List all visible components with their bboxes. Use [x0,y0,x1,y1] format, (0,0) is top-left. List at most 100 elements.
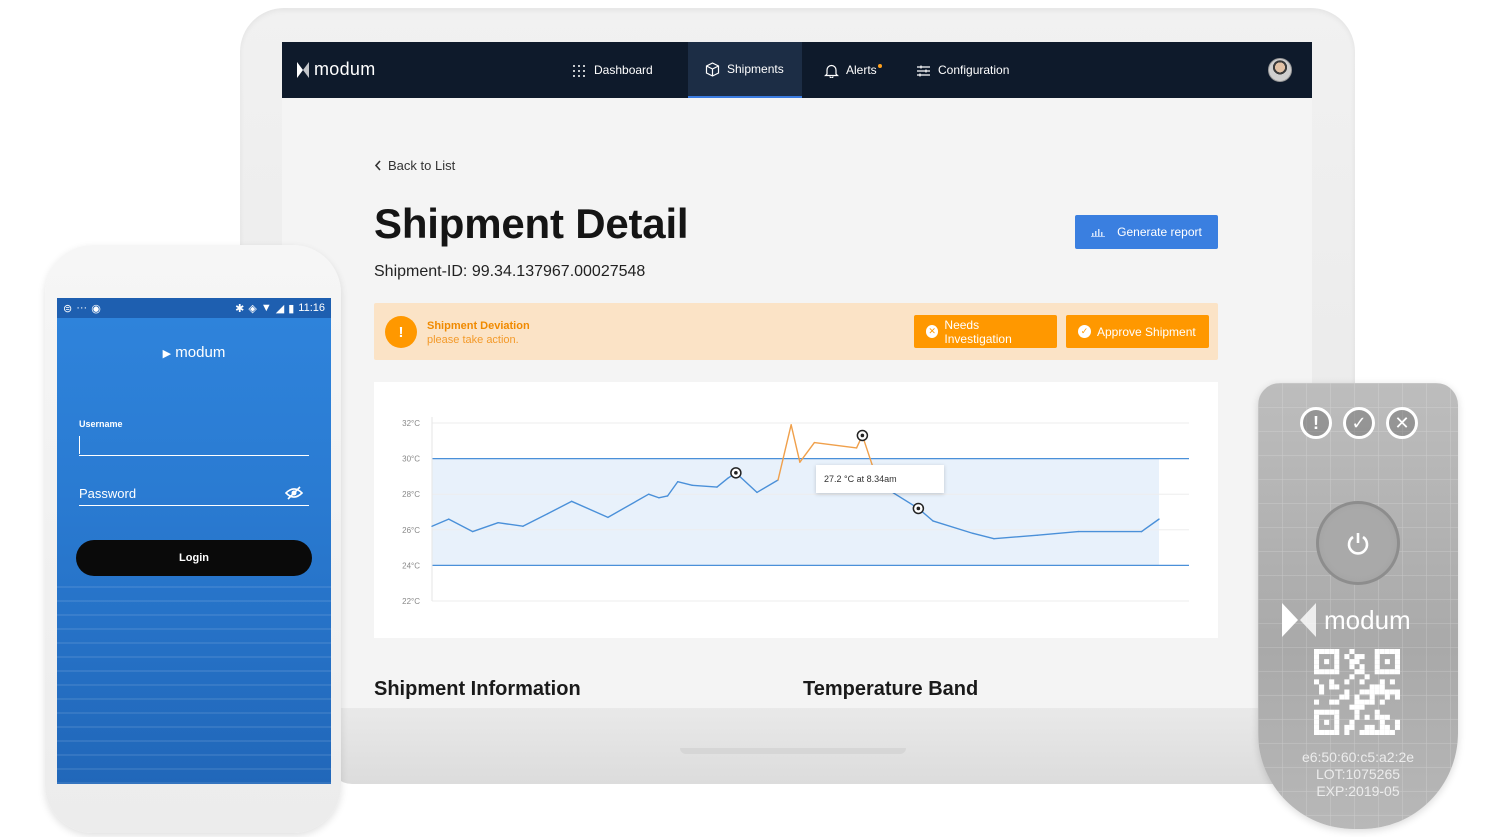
qr-module [1334,709,1340,715]
qr-module [1354,714,1360,720]
power-button[interactable] [1316,501,1400,585]
page-title: Shipment Detail [374,200,689,247]
app-logo[interactable]: modum [296,59,376,80]
qr-module [1369,689,1375,695]
qr-module [1379,729,1385,735]
needs-investigation-button[interactable]: ✕ Needs Investigation [914,315,1057,348]
nav-dashboard[interactable]: Dashboard [572,42,653,98]
y-tick-label: 28°C [402,490,420,499]
qr-module [1384,659,1390,665]
nav-configuration[interactable]: Configuration [916,42,1009,98]
qr-module [1364,724,1370,730]
qr-module [1379,699,1385,705]
qr-module [1359,729,1365,735]
play-logo-icon: ▶ [162,348,172,360]
qr-module [1374,684,1380,690]
modum-logo-icon [297,61,309,78]
y-tick-label: 30°C [402,455,420,464]
qr-module [1334,719,1340,725]
section-temperature-band: Temperature Band [803,678,979,700]
qr-module [1329,699,1335,705]
qr-module [1314,724,1320,730]
qr-module [1359,654,1365,660]
qr-module [1374,714,1380,720]
qr-module [1334,684,1340,690]
qr-module [1324,729,1330,735]
qr-module [1384,649,1390,655]
qr-module [1354,669,1360,675]
username-label: Username [79,419,123,429]
qr-module [1314,699,1320,705]
qr-module [1379,724,1385,730]
nav-configuration-label: Configuration [938,63,1010,77]
qr-module [1349,674,1355,680]
phone-status-bar: ⊜ ··· ◉ ✱ ◈ ▼ ◢ ▮ 11:16 [57,298,331,318]
qr-module [1389,649,1395,655]
status-time: 11:16 [298,302,325,314]
qr-module [1314,679,1320,685]
temperature-chart: 32°C 30°C 28°C 26°C 24°C 22°C 27.2 °C at 8.34… [374,382,1218,638]
vibrate-icon: ◈ [248,302,257,315]
modum-sensor-device: ! ✓ ✕ modum e6:50:60:c5:a2:2e LOT:107526… [1258,383,1458,829]
x-circle-icon: ✕ [926,325,939,338]
wifi-icon: ▼ [260,302,272,314]
username-underline [79,455,309,456]
qr-module [1334,724,1340,730]
back-to-list-link[interactable]: Back to List [374,158,455,173]
nav-alerts[interactable]: Alerts [824,42,882,98]
password-underline [79,505,309,506]
qr-module [1344,729,1350,735]
qr-module [1374,729,1380,735]
qr-module [1354,709,1360,715]
battery-icon: ▮ [288,302,295,315]
phone-logo-text: modum [175,344,226,361]
qr-module [1314,659,1320,665]
check-circle-icon: ✓ [1078,325,1091,338]
device-mac: e6:50:60:c5:a2:2e [1301,749,1415,765]
qr-module [1394,689,1400,695]
qr-module [1394,669,1400,675]
qr-module [1369,724,1375,730]
y-tick-label: 32°C [402,419,420,428]
qr-module [1344,724,1350,730]
chart-tooltip: 27.2 °C at 8.34am [816,465,944,493]
generate-report-button[interactable]: Generate report [1075,215,1218,249]
status-left-icons: ⊜ ··· ◉ [63,302,101,315]
qr-module [1389,679,1395,685]
user-avatar[interactable] [1268,58,1292,82]
box-icon [705,61,720,77]
bell-icon [824,64,839,78]
qr-module [1354,699,1360,705]
qr-module [1364,699,1370,705]
qr-module [1349,719,1355,725]
y-tick-label: 26°C [402,526,420,535]
deviation-title: Shipment Deviation [427,320,530,332]
qr-module [1339,694,1345,700]
power-icon [1347,533,1369,555]
qr-module [1374,664,1380,670]
qr-module [1389,689,1395,695]
nav-shipments[interactable]: Shipments [688,42,802,98]
qr-module [1394,654,1400,660]
qr-module [1364,729,1370,735]
back-to-list-label: Back to List [388,158,456,173]
approve-shipment-button[interactable]: ✓ Approve Shipment [1066,315,1209,348]
deviation-alert-banner: ! Shipment Deviation please take action.… [374,303,1218,360]
qr-module [1314,669,1320,675]
username-input[interactable] [79,436,80,454]
status-right-icons: ✱ ◈ ▼ ◢ ▮ 11:16 [235,302,325,315]
modum-logo-icon [1282,603,1316,637]
y-tick-label: 22°C [402,597,420,606]
background-image-stripes [57,578,331,784]
bluetooth-icon: ✱ [235,302,245,315]
qr-module [1384,714,1390,720]
eye-off-icon[interactable] [285,486,303,500]
login-button[interactable]: Login [76,540,312,576]
qr-module [1359,669,1365,675]
qr-module [1349,659,1355,665]
sliders-icon [917,65,930,76]
qr-module [1334,669,1340,675]
password-input[interactable]: Password [79,486,136,501]
qr-module [1314,649,1320,655]
qr-module [1379,719,1385,725]
